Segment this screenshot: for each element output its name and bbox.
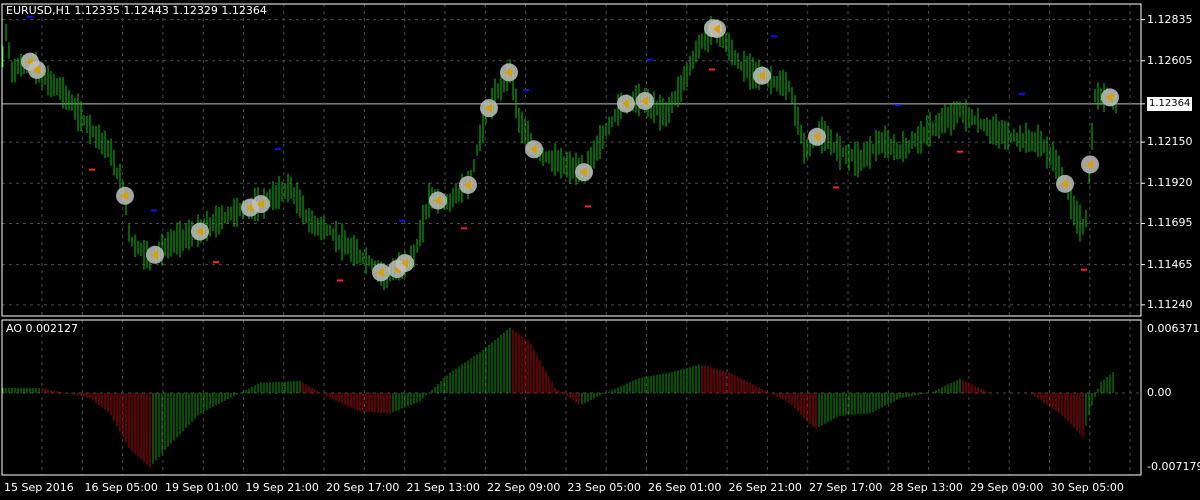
price-tick-label: 1.12605	[1147, 53, 1193, 67]
signal-marker	[28, 60, 46, 79]
price-tick-label: 1.11240	[1147, 297, 1193, 311]
ao-indicator-header: AO 0.002127	[6, 322, 78, 335]
signal-marker	[1081, 155, 1099, 174]
signal-marker	[459, 175, 477, 194]
signal-marker	[500, 63, 518, 82]
price-candles	[2, 15, 1117, 291]
signal-marker	[1101, 88, 1119, 107]
signal-marker	[191, 222, 209, 241]
signal-marker	[525, 140, 543, 159]
price-tick-label: 1.11465	[1147, 257, 1193, 271]
ao-tick-label: 0.006371	[1147, 322, 1200, 335]
signal-marker	[1056, 174, 1074, 193]
signal-marker	[808, 127, 826, 146]
time-tick-label: 20 Sep 17:00	[326, 481, 400, 494]
signal-marker	[116, 186, 134, 205]
time-tick-label: 16 Sep 05:00	[84, 481, 158, 494]
time-tick-label: 15 Sep 2016	[4, 481, 74, 494]
signal-marker	[146, 245, 164, 264]
current-price-tag: 1.12364	[1147, 96, 1193, 111]
price-tick-label: 1.12150	[1147, 135, 1193, 149]
ao-tick-label: 0.00	[1147, 386, 1172, 399]
chart-grid	[2, 4, 1141, 475]
time-tick-label: 21 Sep 13:00	[406, 481, 480, 494]
signal-marker	[575, 163, 593, 182]
signal-marker	[480, 99, 498, 118]
time-tick-label: 26 Sep 01:00	[648, 481, 722, 494]
time-tick-label: 29 Sep 09:00	[970, 481, 1044, 494]
ao-panel-frame	[1, 319, 1142, 476]
signal-marker	[708, 20, 726, 39]
signal-marker	[636, 91, 654, 110]
chart-frames	[1, 3, 1145, 476]
time-tick-label: 26 Sep 21:00	[728, 481, 802, 494]
time-tick-label: 19 Sep 01:00	[165, 481, 239, 494]
ao-tick-label: -0.007179	[1147, 460, 1200, 473]
time-tick-label: 28 Sep 13:00	[889, 481, 963, 494]
time-tick-label: 27 Sep 17:00	[809, 481, 883, 494]
trading-chart[interactable]	[0, 0, 1200, 500]
time-tick-label: 19 Sep 21:00	[245, 481, 319, 494]
ao-histogram	[2, 327, 1114, 468]
signal-marker	[429, 191, 447, 210]
signal-marker	[252, 195, 270, 214]
time-tick-label: 30 Sep 05:00	[1050, 481, 1124, 494]
signal-marker	[372, 263, 390, 282]
signal-marker	[617, 94, 635, 113]
signal-marker	[753, 66, 771, 85]
symbol-header: EURUSD,H1 1.12335 1.12443 1.12329 1.1236…	[6, 4, 267, 17]
price-tick-label: 1.12835	[1147, 12, 1193, 26]
price-tick-label: 1.11920	[1147, 176, 1193, 190]
time-tick-label: 22 Sep 09:00	[487, 481, 561, 494]
price-tick-label: 1.11695	[1147, 216, 1193, 230]
time-tick-label: 23 Sep 05:00	[567, 481, 641, 494]
signal-marker	[396, 254, 414, 273]
price-panel-frame	[1, 3, 1142, 317]
